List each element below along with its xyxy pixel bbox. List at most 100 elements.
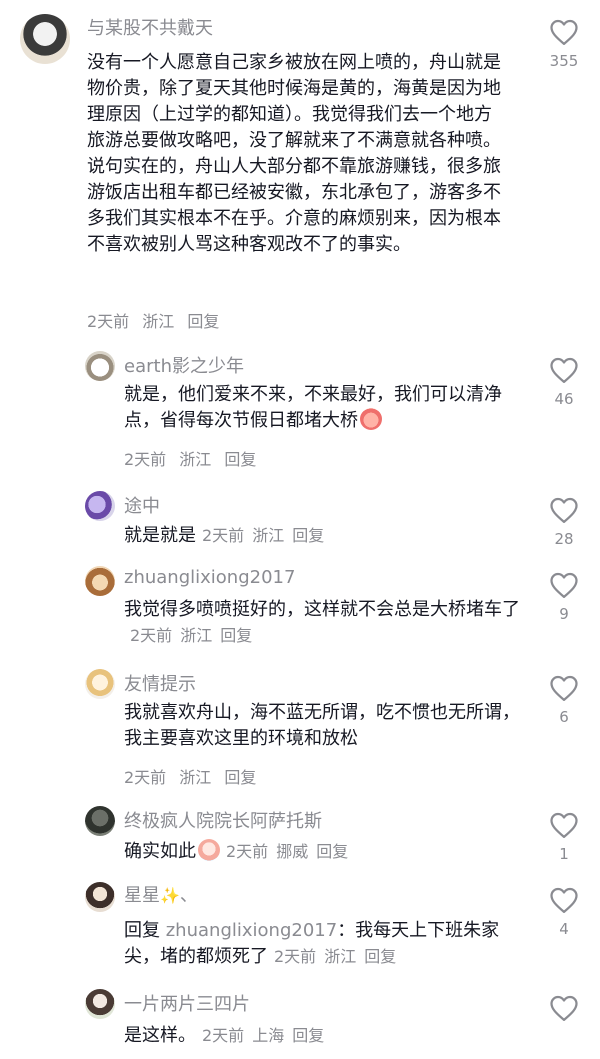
reply-item: 途中 就是就是 2天前 浙江 回复 28 [0, 490, 600, 555]
heart-outline-icon [550, 572, 578, 598]
crying-emoji-icon [198, 839, 220, 861]
like-count: 6 [559, 708, 569, 726]
like-button[interactable]: 28 [544, 496, 584, 548]
reply-item: zhuanglixiong2017 我觉得多喷喷挺好的，这样就不会总是大桥堵车了… [0, 565, 600, 660]
like-button[interactable]: 4 [544, 886, 584, 938]
heart-outline-icon [550, 675, 578, 701]
heart-outline-icon [550, 887, 578, 913]
reply-meta: 2天前 浙江 回复 [124, 446, 256, 470]
avatar[interactable] [85, 566, 115, 596]
top-comment: 与某股不共戴天 没有一个人愿意自己家乡被放在网上喷的，舟山就是物价贵，除了夏天其… [0, 0, 600, 340]
reply-username-block[interactable]: 星星✨、 [124, 881, 198, 907]
heart-outline-icon [550, 812, 578, 838]
like-count: 46 [554, 390, 574, 408]
reply-text-block: 是这样。 2天前 上海 回复 [124, 1023, 524, 1049]
like-button[interactable]: 46 [544, 356, 584, 408]
reply-time: 2天前 [202, 526, 245, 545]
reply-username[interactable]: 终极疯人院院长阿萨托斯 [124, 807, 322, 833]
like-button[interactable] [544, 994, 584, 1022]
reply-time: 2天前 [130, 626, 173, 645]
reply-time: 2天前 [124, 768, 167, 787]
avatar[interactable] [85, 989, 115, 1019]
like-count: 9 [559, 605, 569, 623]
heart-outline-icon [550, 995, 578, 1021]
reply-time: 2天前 [274, 947, 317, 966]
reply-text: 就是，他们爱来不来，不来最好，我们可以清净点，省得每次节假日都堵大桥 [124, 384, 502, 431]
reply-button[interactable]: 回复 [364, 947, 396, 966]
reply-text: 就是就是 [124, 525, 196, 546]
reply-button[interactable]: 回复 [224, 450, 256, 469]
reply-username[interactable]: 友情提示 [124, 670, 196, 696]
reply-meta: 2天前 挪威 回复 [226, 842, 348, 861]
avatar[interactable] [85, 491, 115, 521]
reply-username[interactable]: 星星 [124, 885, 160, 906]
reply-location: 浙江 [179, 768, 212, 787]
mention-link[interactable]: zhuanglixiong2017 [166, 920, 337, 941]
reply-meta: 2天前 浙江 回复 [202, 526, 324, 545]
reply-text-block: 就是就是 2天前 浙江 回复 [124, 523, 524, 549]
reply-button[interactable]: 回复 [316, 842, 348, 861]
sparkles-icon: ✨ [160, 886, 180, 905]
reply-text-block: 就是，他们爱来不来，不来最好，我们可以清净点，省得每次节假日都堵大桥 [124, 382, 524, 434]
like-count: 4 [559, 920, 569, 938]
peach-emoji-icon [360, 408, 382, 430]
avatar[interactable] [85, 351, 115, 381]
comment-username[interactable]: 与某股不共戴天 [87, 14, 213, 40]
reply-text: 我就喜欢舟山，海不蓝无所谓，吃不惯也无所谓，我主要喜欢这里的环境和放松 [124, 702, 520, 749]
like-button[interactable]: 355 [544, 18, 584, 70]
reply-username[interactable]: 一片两片三四片 [124, 990, 250, 1016]
comment-meta: 2天前 浙江 回复 [87, 308, 219, 332]
avatar[interactable] [85, 806, 115, 836]
reply-meta: 2天前 上海 回复 [202, 1026, 324, 1045]
reply-button[interactable]: 回复 [292, 1026, 324, 1045]
comment-time: 2天前 [87, 312, 130, 331]
like-button[interactable]: 1 [544, 811, 584, 863]
reply-location: 浙江 [324, 947, 357, 966]
like-count: 1 [559, 845, 569, 863]
reply-item: 友情提示 我就喜欢舟山，海不蓝无所谓，吃不惯也无所谓，我主要喜欢这里的环境和放松… [0, 668, 600, 793]
reply-location: 浙江 [179, 450, 212, 469]
reply-button[interactable]: 回复 [224, 768, 256, 787]
reply-item: 终极疯人院院长阿萨托斯 确实如此 2天前 挪威 回复 1 [0, 805, 600, 870]
avatar[interactable] [20, 14, 70, 64]
reply-text-block: 我觉得多喷喷挺好的，这样就不会总是大桥堵车了 2天前 浙江 回复 [124, 597, 524, 649]
reply-prefix: 回复 [124, 920, 160, 941]
like-button[interactable]: 9 [544, 571, 584, 623]
reply-time: 2天前 [202, 1026, 245, 1045]
reply-username[interactable]: 途中 [124, 492, 160, 518]
avatar[interactable] [85, 882, 115, 912]
avatar[interactable] [85, 669, 115, 699]
heart-outline-icon [550, 19, 578, 45]
reply-meta: 2天前 浙江 回复 [124, 764, 256, 788]
like-count: 355 [549, 52, 579, 70]
reply-location: 浙江 [180, 626, 213, 645]
reply-text: 确实如此 [124, 841, 196, 862]
reply-time: 2天前 [226, 842, 269, 861]
reply-location: 上海 [252, 1026, 285, 1045]
reply-button[interactable]: 回复 [292, 526, 324, 545]
comment-thread: 与某股不共戴天 没有一个人愿意自己家乡被放在网上喷的，舟山就是物价贵，除了夏天其… [0, 0, 600, 1059]
reply-text-block: 回复 zhuanglixiong2017：我每天上下班朱家尖，堵的都烦死了 2天前… [124, 918, 524, 970]
reply-username[interactable]: zhuanglixiong2017 [124, 567, 295, 588]
reply-time: 2天前 [124, 450, 167, 469]
reply-location: 浙江 [252, 526, 285, 545]
reply-location: 挪威 [276, 842, 309, 861]
reply-button[interactable]: 回复 [220, 626, 252, 645]
reply-text: 是这样。 [124, 1025, 196, 1046]
heart-outline-icon [550, 357, 578, 383]
like-count: 28 [554, 530, 574, 548]
like-button[interactable]: 6 [544, 674, 584, 726]
reply-item: 一片两片三四片 是这样。 2天前 上海 回复 [0, 988, 600, 1059]
reply-meta: 2天前 浙江 回复 [274, 947, 396, 966]
comment-location: 浙江 [142, 312, 175, 331]
reply-item: earth影之少年 就是，他们爱来不来，不来最好，我们可以清净点，省得每次节假日… [0, 350, 600, 475]
reply-text-block: 确实如此 2天前 挪威 回复 [124, 839, 524, 865]
comment-text: 没有一个人愿意自己家乡被放在网上喷的，舟山就是物价贵，除了夏天其他时候海是黄的，… [87, 52, 501, 255]
reply-item: 星星✨、 回复 zhuanglixiong2017：我每天上下班朱家尖，堵的都烦… [0, 878, 600, 978]
reply-username[interactable]: earth影之少年 [124, 352, 244, 378]
heart-outline-icon [550, 497, 578, 523]
reply-meta: 2天前 浙江 回复 [130, 626, 252, 645]
username-suffix: 、 [179, 885, 198, 906]
reply-text: 我觉得多喷喷挺好的，这样就不会总是大桥堵车了 [124, 599, 520, 620]
reply-button[interactable]: 回复 [187, 312, 219, 331]
